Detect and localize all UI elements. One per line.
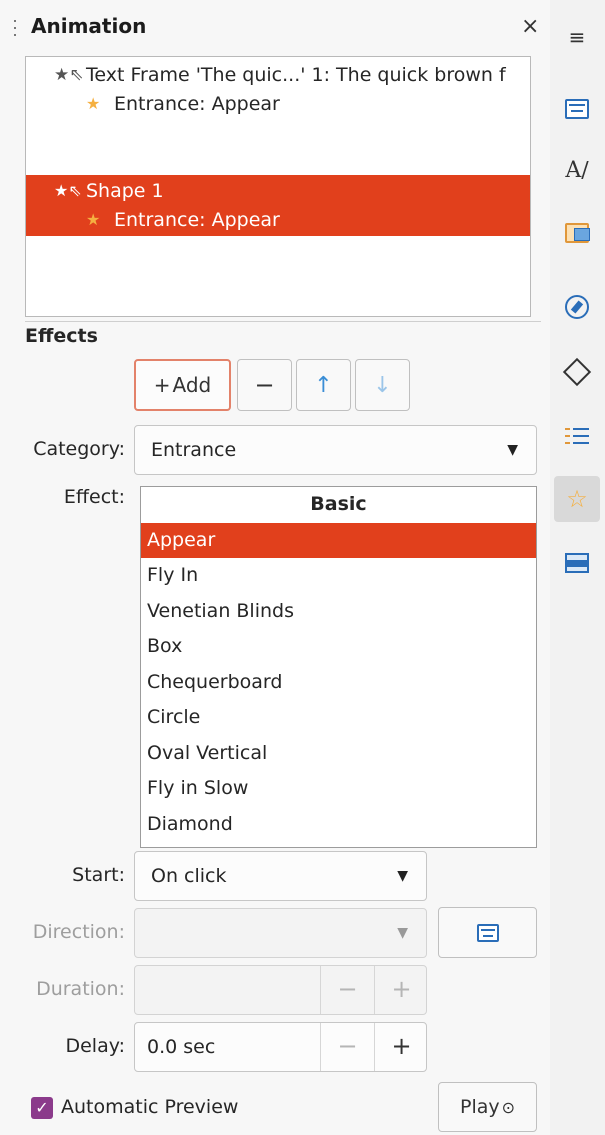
sidebar-item-slide-transition[interactable] bbox=[554, 540, 600, 586]
animation-list-item[interactable]: ★ Entrance: Appear bbox=[26, 88, 530, 120]
delay-decrease-button[interactable]: − bbox=[320, 1023, 374, 1071]
sidebar-item-properties[interactable] bbox=[554, 86, 600, 132]
minus-icon: − bbox=[254, 371, 275, 399]
effect-list[interactable]: Basic Appear Fly In Venetian Blinds Box … bbox=[140, 486, 537, 848]
effects-heading: Effects bbox=[25, 325, 98, 347]
effect-item-diamond[interactable]: Diamond bbox=[141, 807, 536, 843]
duration-label: Duration: bbox=[36, 978, 125, 1000]
play-label: Play bbox=[459, 1096, 500, 1118]
sidebar-item-shapes[interactable] bbox=[554, 349, 600, 395]
plus-icon: + bbox=[153, 373, 171, 397]
sidebar-item-master-slides[interactable] bbox=[554, 413, 600, 459]
start-label: Start: bbox=[72, 864, 125, 886]
chevron-down-icon: ▼ bbox=[397, 925, 408, 941]
slide-transition-icon bbox=[565, 553, 589, 573]
animation-list-item[interactable]: ★⇖ Text Frame 'The quic...' 1: The quick… bbox=[26, 59, 530, 91]
arrow-up-icon: ↑ bbox=[314, 372, 333, 398]
move-up-button[interactable]: ↑ bbox=[296, 359, 351, 411]
pointer-star-icon: ★⇖ bbox=[54, 65, 84, 85]
animation-icon: ☆ bbox=[566, 485, 588, 513]
animation-list-item-selected[interactable]: ★⇖ Shape 1 bbox=[26, 175, 530, 207]
effect-item-box[interactable]: Box bbox=[141, 629, 536, 665]
effect-item-fly-in-slow[interactable]: Fly in Slow bbox=[141, 771, 536, 807]
add-effect-label: Add bbox=[172, 373, 212, 397]
automatic-preview-label[interactable]: Automatic Preview bbox=[61, 1096, 238, 1118]
category-dropdown[interactable]: Entrance ▼ bbox=[134, 425, 537, 475]
effect-item-oval-vertical[interactable]: Oval Vertical bbox=[141, 736, 536, 772]
delay-increase-button[interactable]: + bbox=[374, 1023, 428, 1071]
sidebar-item-gallery[interactable] bbox=[554, 210, 600, 256]
effect-options-button[interactable] bbox=[438, 907, 537, 958]
animation-list-item-selected[interactable]: ★ Entrance: Appear bbox=[26, 204, 530, 236]
hamburger-menu-icon: ≡ bbox=[568, 25, 586, 49]
category-label: Category: bbox=[33, 438, 125, 460]
start-value: On click bbox=[151, 865, 227, 887]
animation-panel: Animation × ★⇖ Text Frame 'The quic...' … bbox=[0, 0, 550, 1135]
duration-spinbox[interactable]: − + bbox=[134, 965, 427, 1015]
styles-icon: A∕ bbox=[565, 157, 589, 183]
animation-item-label: Entrance: Appear bbox=[114, 209, 280, 231]
panel-grip-handle[interactable] bbox=[14, 20, 18, 42]
play-button[interactable]: Play ⊙ bbox=[438, 1082, 537, 1132]
effect-item-fly-in[interactable]: Fly In bbox=[141, 558, 536, 594]
star-icon: ★ bbox=[86, 94, 101, 113]
effect-item-appear[interactable]: Appear bbox=[141, 522, 536, 558]
effect-item-venetian-blinds[interactable]: Venetian Blinds bbox=[141, 594, 536, 630]
animation-item-label: Entrance: Appear bbox=[114, 93, 280, 115]
animation-list[interactable]: ★⇖ Text Frame 'The quic...' 1: The quick… bbox=[25, 56, 531, 317]
sidebar-menu-button[interactable]: ≡ bbox=[554, 14, 600, 60]
panel-title: Animation bbox=[31, 14, 147, 38]
sidebar-item-navigator[interactable] bbox=[554, 284, 600, 330]
duration-decrease-button[interactable]: − bbox=[320, 966, 374, 1014]
chevron-down-icon: ▼ bbox=[507, 442, 518, 458]
effect-item-circle[interactable]: Circle bbox=[141, 700, 536, 736]
effect-item-chequerboard[interactable]: Chequerboard bbox=[141, 665, 536, 701]
effect-group-heading: Basic bbox=[310, 493, 367, 515]
move-down-button[interactable]: ↓ bbox=[355, 359, 410, 411]
navigator-icon bbox=[565, 295, 589, 319]
pointer-star-icon: ★⇖ bbox=[54, 181, 82, 200]
gallery-icon bbox=[565, 223, 590, 243]
play-circle-icon: ⊙ bbox=[501, 1097, 516, 1117]
properties-icon bbox=[565, 99, 589, 119]
close-panel-button[interactable]: × bbox=[521, 14, 539, 39]
category-value: Entrance bbox=[151, 439, 237, 461]
duration-increase-button[interactable]: + bbox=[374, 966, 428, 1014]
delay-value: 0.0 sec bbox=[147, 1036, 216, 1058]
options-icon bbox=[476, 923, 499, 942]
master-slides-icon bbox=[565, 426, 589, 446]
star-icon: ★ bbox=[86, 210, 101, 229]
sidebar-deck: ≡ A∕ ☆ bbox=[550, 0, 605, 1135]
remove-effect-button[interactable]: − bbox=[237, 359, 292, 411]
sidebar-item-animation[interactable]: ☆ bbox=[554, 476, 600, 522]
shapes-icon bbox=[562, 357, 592, 387]
add-effect-button[interactable]: + Add bbox=[134, 359, 231, 411]
animation-item-label: Text Frame 'The quic...' 1: The quick br… bbox=[86, 64, 506, 86]
chevron-down-icon: ▼ bbox=[397, 868, 408, 884]
sidebar-item-styles[interactable]: A∕ bbox=[554, 147, 600, 193]
effect-label: Effect: bbox=[63, 486, 125, 508]
delay-label: Delay: bbox=[65, 1035, 125, 1057]
section-divider bbox=[25, 321, 541, 322]
automatic-preview-checkbox[interactable]: ✓ bbox=[31, 1097, 53, 1119]
animation-item-label: Shape 1 bbox=[86, 180, 164, 202]
delay-spinbox[interactable]: 0.0 sec − + bbox=[134, 1022, 427, 1072]
direction-dropdown[interactable]: ▼ bbox=[134, 908, 427, 958]
arrow-down-icon: ↓ bbox=[373, 372, 392, 398]
direction-label: Direction: bbox=[32, 921, 125, 943]
start-dropdown[interactable]: On click ▼ bbox=[134, 851, 427, 901]
